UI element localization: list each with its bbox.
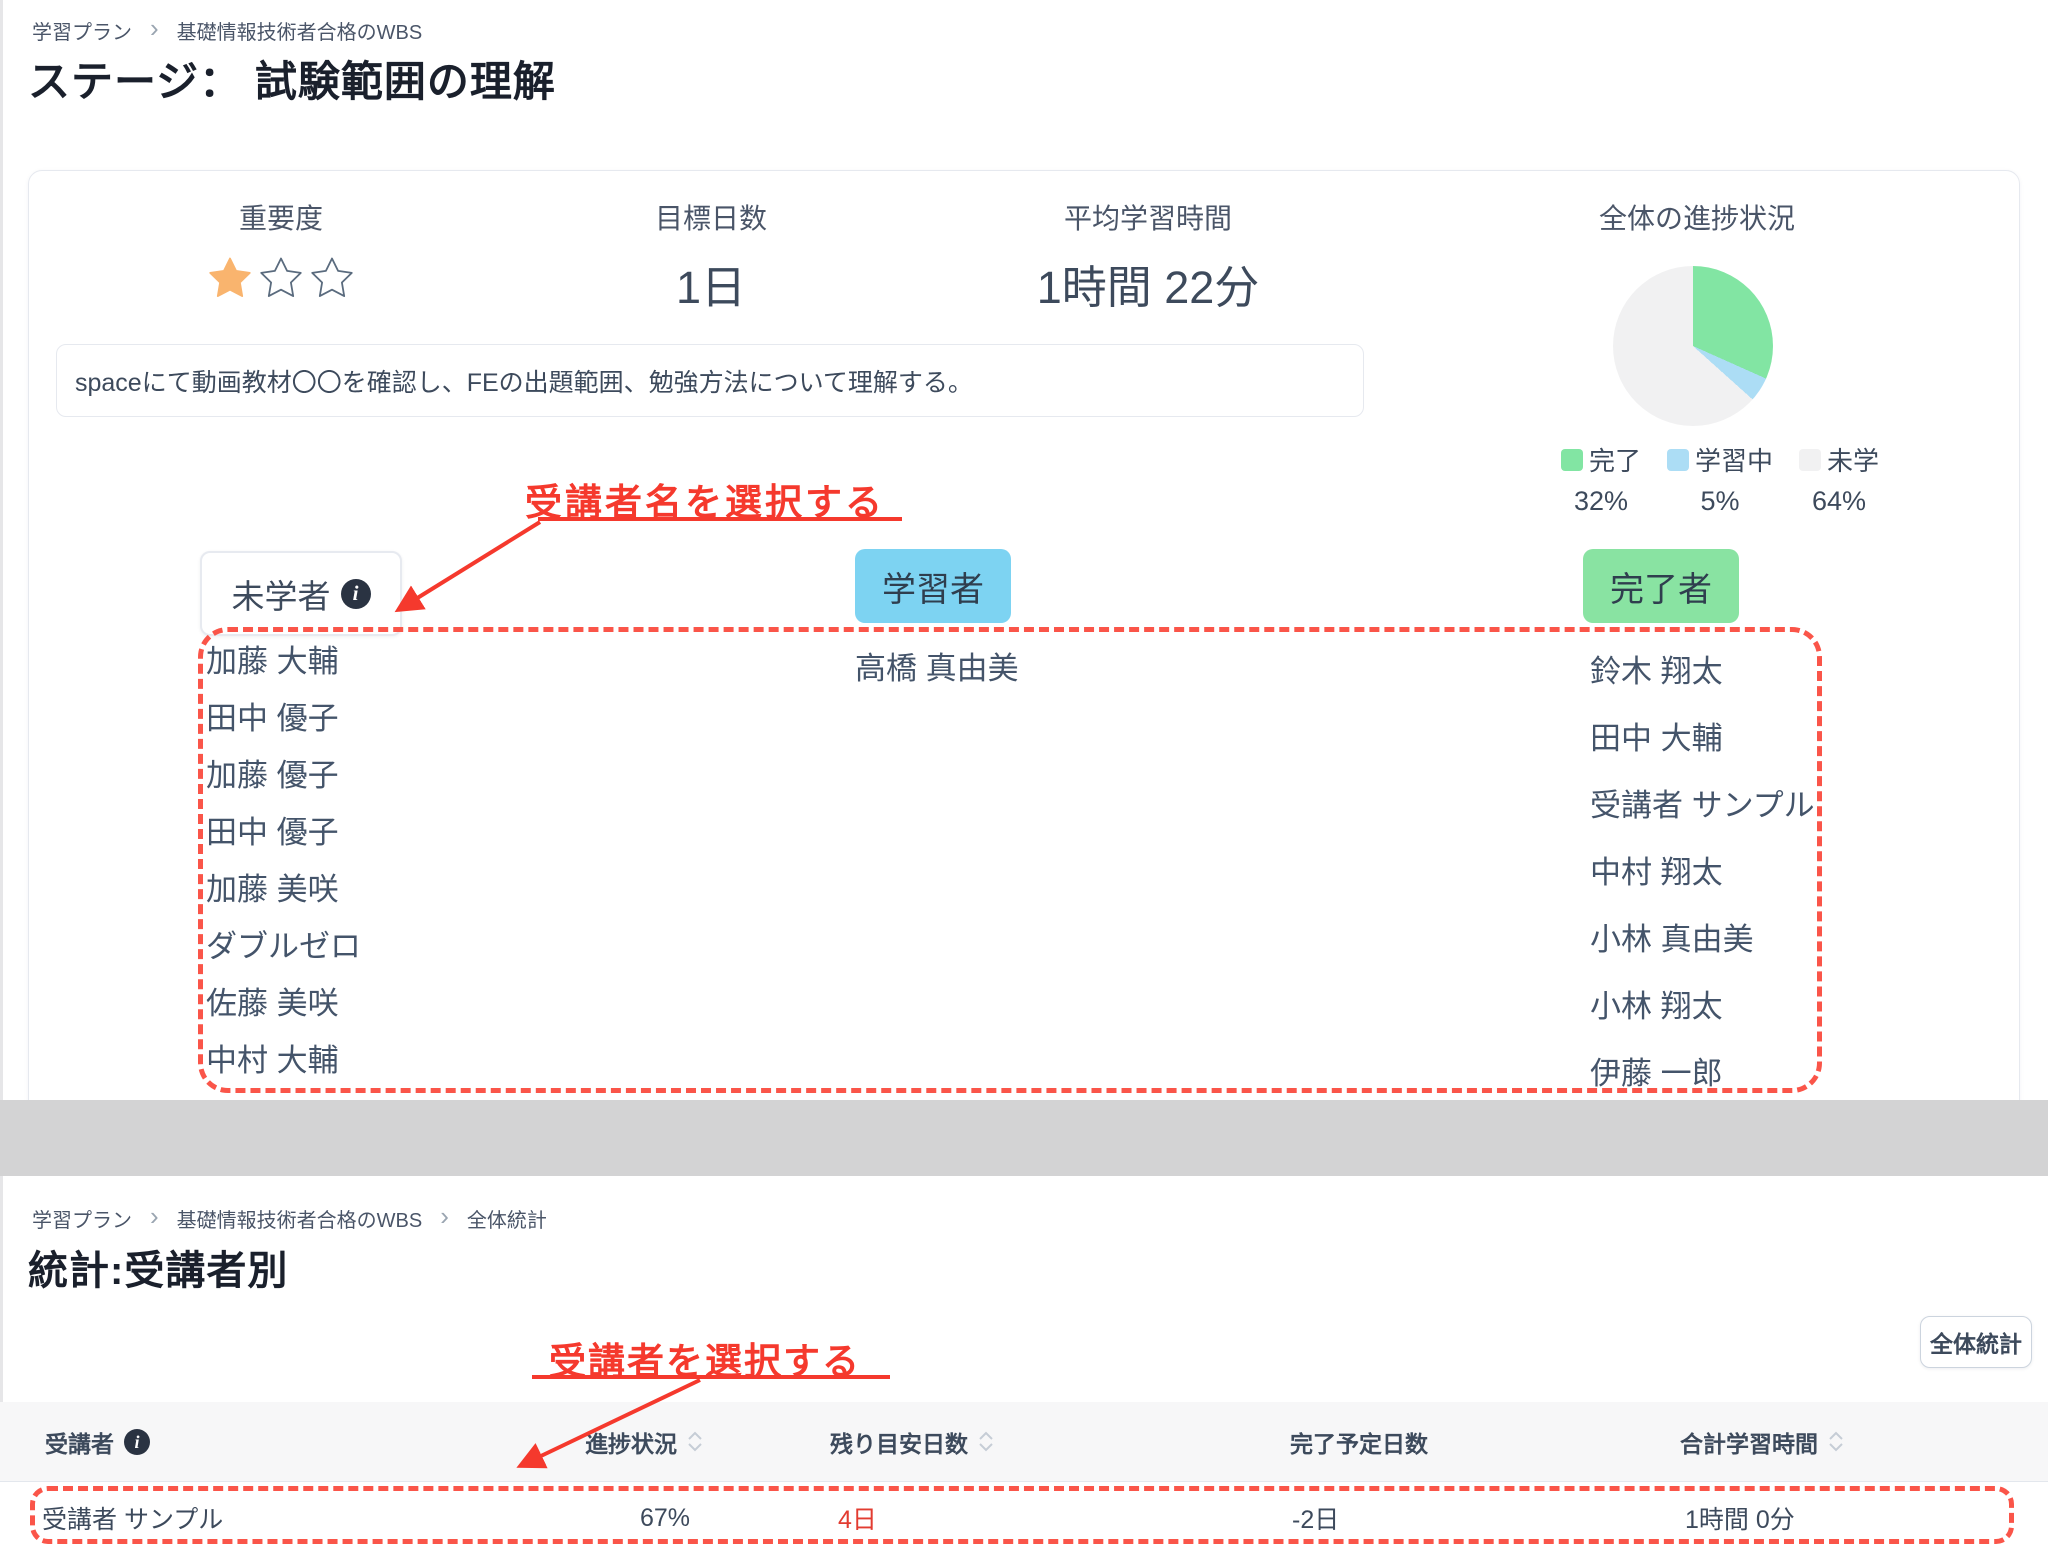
importance-stars	[207, 255, 356, 302]
sort-icon[interactable]	[687, 1431, 703, 1452]
student-name-link[interactable]: 伊藤 一郎	[1590, 1057, 1815, 1091]
avg-study-time-value: 1時間 22分	[1037, 251, 1260, 316]
student-name-link[interactable]: 加藤 美咲	[206, 873, 361, 907]
pie-legend: 完了 32% 学習中 5% 未学 64%	[1561, 441, 1879, 517]
legend-label-done: 完了	[1589, 441, 1641, 478]
student-name-link[interactable]: 中村 大輔	[206, 1044, 361, 1078]
column-header-learning: 学習者	[855, 549, 1011, 623]
column-header-notyet: 未学者	[200, 551, 402, 636]
legend-swatch-learning	[1667, 449, 1689, 471]
progress-pie-chart	[1613, 266, 1773, 426]
left-edge-divider	[0, 0, 3, 1100]
annotation-select-student: 受講者を選択する	[530, 1331, 880, 1385]
page: { "colors": { "annotation_red": "#f5392d…	[0, 0, 2048, 1554]
table-header-student: 受講者	[45, 1402, 150, 1481]
info-icon[interactable]	[124, 1429, 150, 1455]
legend-item-learning: 学習中 5%	[1667, 441, 1773, 517]
table-header-total-time-label: 合計学習時間	[1680, 1425, 1818, 1459]
statistics-title: 統計:受講者別	[28, 1238, 288, 1296]
table-header-row: 受講者 進捗状況 残り目安日数 完了予定日数 合計学習時間	[0, 1402, 2048, 1481]
star-filled-icon	[207, 255, 254, 302]
stage-description: spaceにて動画教材〇〇を確認し、FEの出題範囲、勉強方法について理解する。	[56, 344, 1364, 417]
stage-section: 学習プラン 基礎情報技術者合格のWBS ステージ： 試験範囲の理解 重要度 目標…	[0, 0, 2048, 1100]
target-days-label: 目標日数	[655, 197, 767, 237]
breadcrumb-learning-plan[interactable]: 学習プラン	[32, 1204, 132, 1233]
legend-percent-done: 32%	[1574, 486, 1628, 517]
legend-item-notyet: 未学 64%	[1799, 441, 1879, 517]
student-name-link[interactable]: 加藤 大輔	[206, 645, 361, 679]
section-divider	[0, 1100, 2048, 1176]
notyet-name-list: 加藤 大輔 田中 優子 加藤 優子 田中 優子 加藤 美咲 ダブルゼロ 佐藤 美…	[206, 645, 361, 1101]
student-name-link[interactable]: 中村 翔太	[1590, 856, 1815, 890]
breadcrumb: 学習プラン 基礎情報技術者合格のWBS 全体統計	[32, 1204, 547, 1233]
legend-label-learning: 学習中	[1695, 441, 1773, 478]
legend-percent-notyet: 64%	[1812, 486, 1866, 517]
overall-progress-label: 全体の進捗状況	[1599, 197, 1795, 237]
student-name-link[interactable]: 佐藤 美咲	[206, 987, 361, 1021]
student-name-link[interactable]: 加藤 優子	[206, 759, 361, 793]
annotation-select-student-name: 受講者名を選択する	[520, 472, 890, 526]
chevron-right-icon	[440, 1206, 449, 1231]
legend-swatch-notyet	[1799, 449, 1821, 471]
table-header-total-time[interactable]: 合計学習時間	[1680, 1402, 1844, 1481]
legend-swatch-done	[1561, 449, 1583, 471]
student-name-link[interactable]: 小林 翔太	[1590, 990, 1815, 1024]
chevron-right-icon	[150, 1206, 159, 1231]
learning-name-list: 高橋 真由美	[855, 652, 1019, 686]
student-name-link[interactable]: 田中 大輔	[1590, 722, 1815, 756]
done-name-list: 鈴木 翔太 田中 大輔 受講者 サンプル 中村 翔太 小林 真由美 小林 翔太 …	[1590, 655, 1815, 1124]
table-header-remaining-days-label: 残り目安日数	[830, 1425, 968, 1459]
student-name-link[interactable]: 鈴木 翔太	[1590, 655, 1815, 689]
target-days-value: 1日	[676, 251, 746, 316]
chevron-right-icon	[150, 18, 159, 43]
legend-label-notyet: 未学	[1827, 441, 1879, 478]
star-outline-icon	[309, 255, 356, 302]
breadcrumb-learning-plan[interactable]: 学習プラン	[32, 16, 132, 45]
breadcrumb-overall-stats[interactable]: 全体統計	[467, 1204, 547, 1233]
student-name-link[interactable]: 田中 優子	[206, 816, 361, 850]
student-name-link[interactable]: 田中 優子	[206, 702, 361, 736]
importance-label: 重要度	[239, 197, 323, 237]
student-name-link[interactable]: 小林 真由美	[1590, 923, 1815, 957]
statistics-section: 学習プラン 基礎情報技術者合格のWBS 全体統計 統計:受講者別 全体統計 受講…	[0, 1176, 2048, 1554]
student-name-link[interactable]: 高橋 真由美	[855, 652, 1019, 686]
student-name-link[interactable]: ダブルゼロ	[206, 930, 361, 964]
avg-study-time-label: 平均学習時間	[1064, 197, 1232, 237]
annotation-dashed-highlight-names	[198, 627, 1822, 1093]
annotation-dashed-highlight-row	[30, 1486, 2014, 1544]
column-header-notyet-label: 未学者	[232, 570, 331, 618]
breadcrumb-wbs[interactable]: 基礎情報技術者合格のWBS	[177, 16, 423, 45]
overall-stats-button[interactable]: 全体統計	[1920, 1316, 2032, 1368]
column-header-done: 完了者	[1583, 549, 1739, 623]
sort-icon[interactable]	[978, 1431, 994, 1452]
table-header-progress-label: 進捗状況	[585, 1425, 677, 1459]
breadcrumb: 学習プラン 基礎情報技術者合格のWBS	[32, 16, 422, 45]
sort-icon[interactable]	[1828, 1431, 1844, 1452]
table-header-student-label: 受講者	[45, 1425, 114, 1459]
student-name-link[interactable]: 受講者 サンプル	[1590, 789, 1815, 823]
info-icon[interactable]	[341, 579, 371, 609]
table-header-scheduled-days[interactable]: 完了予定日数	[1290, 1402, 1428, 1481]
legend-item-done: 完了 32%	[1561, 441, 1641, 517]
table-header-scheduled-days-label: 完了予定日数	[1290, 1425, 1428, 1459]
table-header-remaining-days[interactable]: 残り目安日数	[830, 1402, 994, 1481]
page-title: ステージ： 試験範囲の理解	[28, 48, 556, 109]
table-header-progress[interactable]: 進捗状況	[585, 1402, 703, 1481]
breadcrumb-wbs[interactable]: 基礎情報技術者合格のWBS	[177, 1204, 423, 1233]
star-outline-icon	[258, 255, 305, 302]
legend-percent-learning: 5%	[1701, 486, 1740, 517]
